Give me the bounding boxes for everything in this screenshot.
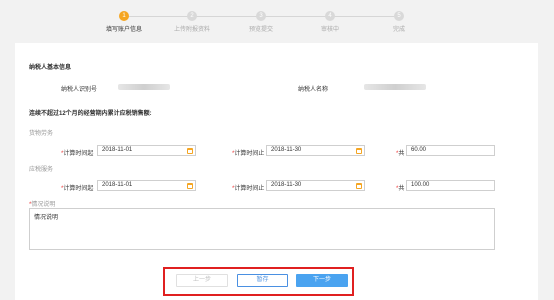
calendar-icon[interactable] [356, 183, 362, 189]
taxpayer-section-title: 纳税人基本信息 [29, 65, 72, 71]
services-start-date-input[interactable]: 2018-11-01 [97, 180, 196, 191]
step-5-label: 完成 [392, 27, 406, 33]
goods-group-label: 货物劳务 [29, 131, 54, 137]
calendar-icon[interactable] [187, 148, 193, 154]
goods-start-date-input[interactable]: 2018-11-01 [97, 145, 196, 156]
explanation-label: *情况说明 [29, 202, 56, 208]
calendar-icon[interactable] [356, 148, 362, 154]
step-1-label: 填写账户信息 [105, 27, 143, 33]
explanation-textarea[interactable]: 情况说明 [29, 208, 495, 250]
sales-section-title: 连续不超过12个月的经营期内累计应税销售额: [29, 111, 152, 117]
taxpayer-name-label: 纳税人名称 [298, 87, 329, 93]
goods-total-label: *共 [396, 151, 405, 157]
goods-start-label: *计算时间起 [61, 151, 94, 157]
step-4-label: 审核中 [320, 27, 340, 33]
step-2-label: 上传附报资料 [173, 27, 211, 33]
taxpayer-id-value-redacted [118, 84, 170, 90]
prev-step-button[interactable]: 上一步 [176, 274, 228, 287]
services-end-label: *计算时间止 [232, 186, 265, 192]
services-total-label: *共 [396, 186, 405, 192]
calendar-icon[interactable] [187, 183, 193, 189]
save-draft-button[interactable]: 暂存 [237, 274, 288, 287]
form-card [15, 43, 538, 300]
services-group-label: 应税服务 [29, 167, 54, 173]
services-end-date-input[interactable]: 2018-11-30 [266, 180, 365, 191]
step-3-label: 预览提交 [248, 27, 274, 33]
goods-end-label: *计算时间止 [232, 151, 265, 157]
step-2-circle: 2 [187, 11, 197, 21]
step-4-circle: 4 [325, 11, 335, 21]
taxpayer-name-value-redacted [364, 84, 426, 90]
goods-end-date-input[interactable]: 2018-11-30 [266, 145, 365, 156]
step-1-circle: 1 [119, 11, 129, 21]
services-start-label: *计算时间起 [61, 186, 94, 192]
services-total-input[interactable]: 100.00 [406, 180, 495, 191]
taxpayer-id-label: 纳税人识别号 [61, 87, 98, 93]
goods-total-input[interactable]: 60.00 [406, 145, 495, 156]
step-5-circle: 5 [394, 11, 404, 21]
progress-stepper: 1 填写账户信息 2 上传附报资料 3 预览提交 4 审核中 5 完成 [0, 0, 554, 40]
step-3-circle: 3 [256, 11, 266, 21]
next-step-button[interactable]: 下一步 [296, 274, 348, 287]
